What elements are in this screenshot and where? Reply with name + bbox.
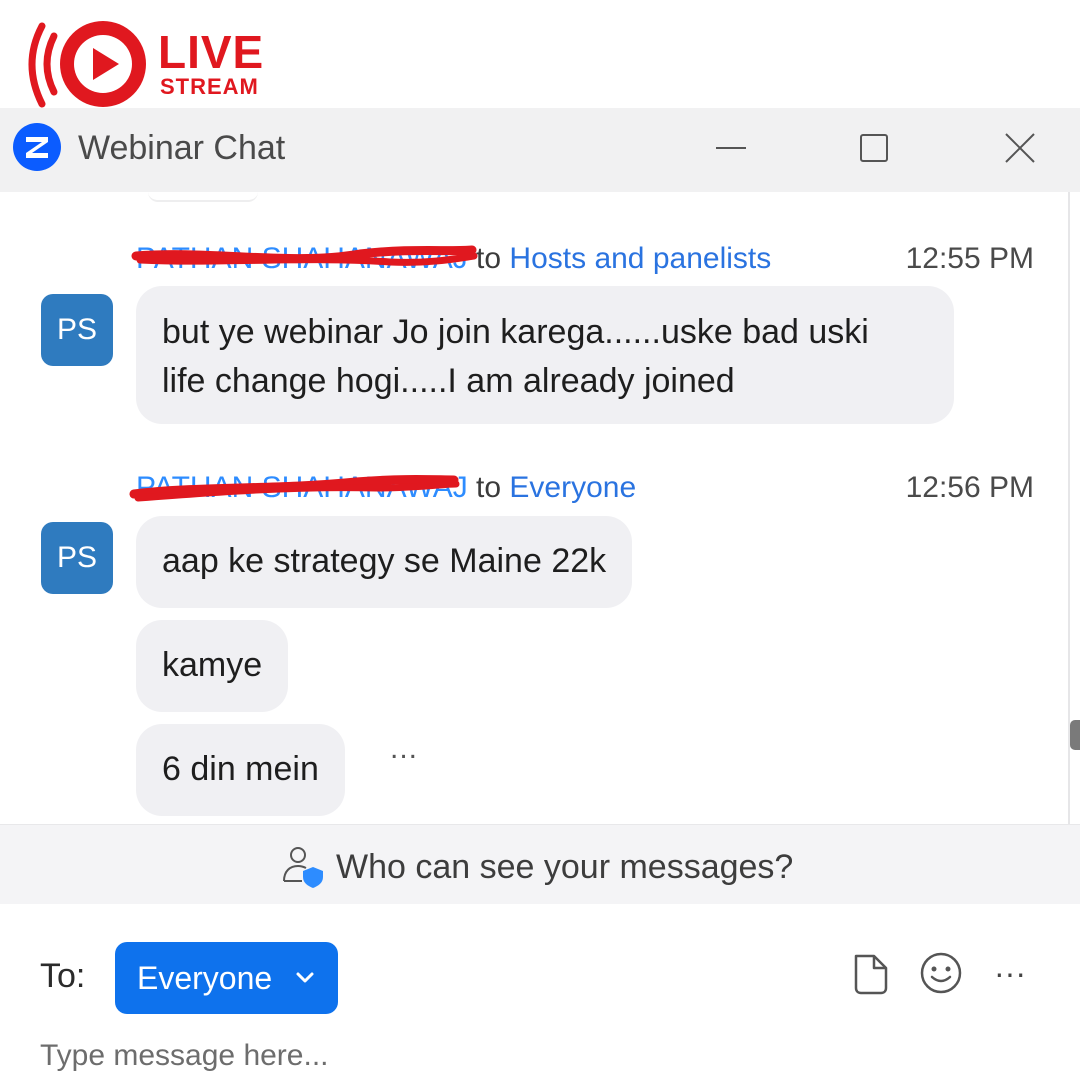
zoom-icon bbox=[13, 123, 61, 171]
close-icon[interactable] bbox=[998, 126, 1042, 170]
redaction-mark bbox=[131, 245, 478, 266]
privacy-text[interactable]: Who can see your messages? bbox=[336, 847, 793, 887]
user-shield-icon bbox=[283, 847, 323, 888]
recipient-name: Everyone bbox=[509, 471, 637, 504]
emoji-icon[interactable] bbox=[918, 950, 964, 996]
live-broadcast-icon bbox=[28, 21, 146, 108]
message-bubble[interactable]: kamye bbox=[136, 620, 289, 712]
window-titlebar: Webinar Chat bbox=[0, 108, 1080, 192]
message-bubble[interactable]: 6 din mein bbox=[136, 724, 345, 816]
recipient-dropdown[interactable]: Everyone bbox=[115, 942, 338, 1014]
stream-label: STREAM bbox=[160, 74, 259, 99]
file-icon[interactable] bbox=[848, 950, 894, 996]
minimize-icon[interactable] bbox=[708, 126, 752, 170]
message-line: but ye webinar Jo join karega......uske … bbox=[162, 313, 869, 351]
previous-message-edge bbox=[148, 192, 258, 202]
message-more-button[interactable]: ... bbox=[390, 732, 418, 766]
message-time: 12:56 PM bbox=[905, 471, 1034, 504]
message-input[interactable]: Type message here... bbox=[40, 1038, 329, 1074]
message-composer: To: Everyone ··· Type message here... bbox=[0, 904, 1080, 1080]
to-word: to bbox=[476, 471, 502, 504]
avatar[interactable]: PS bbox=[41, 294, 113, 366]
to-label: To: bbox=[40, 957, 86, 995]
message-bubble[interactable]: aap ke strategy se Maine 22k bbox=[136, 516, 633, 608]
maximize-icon[interactable] bbox=[852, 126, 896, 170]
live-stream-logo: LIVE STREAM bbox=[20, 18, 270, 110]
scrollbar-thumb[interactable] bbox=[1070, 720, 1080, 750]
window-title: Webinar Chat bbox=[78, 129, 286, 167]
message-bubble[interactable]: but ye webinar Jo join karega......uske … bbox=[136, 286, 954, 424]
live-label: LIVE bbox=[158, 26, 265, 78]
message-line: life change hogi.....I am already joined bbox=[162, 362, 735, 400]
avatar[interactable]: PS bbox=[41, 522, 113, 594]
redaction-mark bbox=[129, 475, 460, 502]
message-time: 12:55 PM bbox=[905, 242, 1034, 275]
privacy-info-bar[interactable]: Who can see your messages? bbox=[0, 824, 1080, 906]
chevron-down-icon bbox=[296, 972, 314, 983]
chat-message-list[interactable]: PATHAN SHAHANAWAJ to Hosts and panelists… bbox=[0, 192, 1080, 824]
recipient-value: Everyone bbox=[137, 960, 273, 996]
more-icon[interactable]: ··· bbox=[994, 950, 1040, 996]
recipient-name: Hosts and panelists bbox=[509, 242, 772, 275]
